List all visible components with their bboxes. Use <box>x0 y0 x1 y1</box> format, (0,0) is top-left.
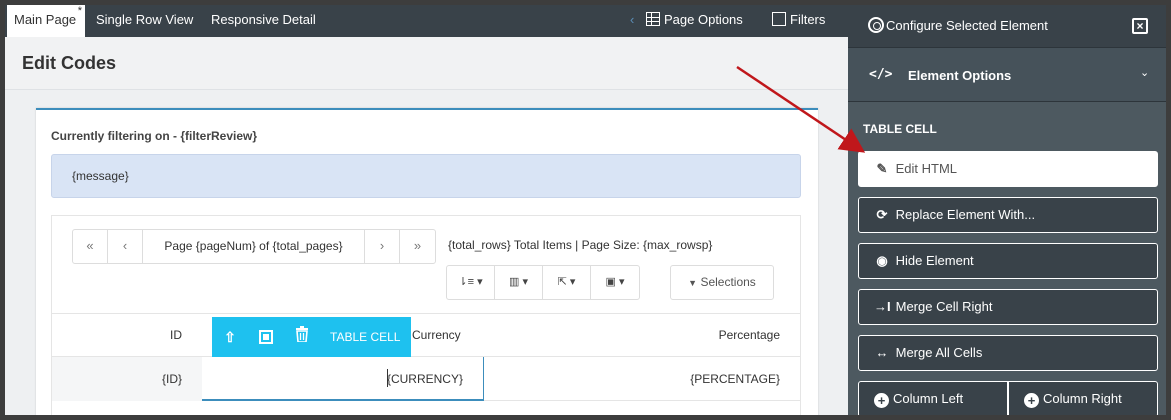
app-frame: Main Page * Single Row View Responsive D… <box>5 5 1166 415</box>
last-page-button[interactable]: » <box>400 230 435 263</box>
save-button[interactable]: ▣ ▾ <box>591 266 639 299</box>
sort-icon: ⇂≡ <box>458 276 475 288</box>
save-icon: ▣ <box>605 276 616 288</box>
eye-slash-icon: ◉ <box>876 253 888 268</box>
next-page-button[interactable]: › <box>365 230 400 263</box>
grid-icon <box>646 12 660 26</box>
export-button[interactable]: ⇱ ▾ <box>543 266 591 299</box>
edit-icon: ✎ <box>876 161 888 176</box>
cell-currency-value: {CURRENCY} <box>386 372 463 386</box>
element-toolbar-label: TABLE CELL <box>330 330 401 344</box>
section-title: Element Options <box>908 68 1012 83</box>
editor-area: Edit Codes Currently filtering on - {fil… <box>5 37 848 415</box>
export-icon: ⇱ <box>557 276 567 288</box>
edit-html-label: Edit HTML <box>895 161 958 176</box>
filters-label: Filters <box>790 12 826 27</box>
selections-label: Selections <box>700 275 756 289</box>
tab-main-page-label: Main Page <box>14 12 77 27</box>
page-info: Page {pageNum} of {total_pages} <box>143 230 365 263</box>
columns-icon: ▥ <box>509 276 520 288</box>
plus-circle-icon: + <box>1024 393 1039 408</box>
caret-down-icon: ▾ <box>569 276 576 288</box>
prev-page-button[interactable]: ‹ <box>108 230 143 263</box>
merge-all-cells-button[interactable]: ↔ Merge All Cells <box>858 335 1158 371</box>
grid-container: « ‹ Page {pageNum} of {total_pages} › » … <box>51 215 801 415</box>
header-percentage[interactable]: Percentage <box>719 328 780 342</box>
cell-id-value: {ID} <box>161 372 182 386</box>
hide-element-button[interactable]: ◉ Hide Element <box>858 243 1158 279</box>
caret-down-icon: ▾ <box>477 276 483 288</box>
caret-down-icon: ▾ <box>522 276 528 288</box>
tab-main-page[interactable]: Main Page * <box>7 5 85 38</box>
chevron-down-icon[interactable]: ⌄ <box>1140 66 1149 79</box>
merge-cell-right-button[interactable]: →I Merge Cell Right <box>858 289 1158 325</box>
filter-funnel-icon: ▼ <box>688 278 698 288</box>
plus-circle-icon: + <box>874 393 889 408</box>
arrows-horizontal-icon: ↔ <box>875 345 889 360</box>
tab-single-row-view[interactable]: Single Row View <box>96 5 193 37</box>
total-items-info: {total_rows} Total Items | Page Size: {m… <box>448 238 713 252</box>
group-label: TABLE CELL <box>863 122 937 136</box>
tab-responsive-detail[interactable]: Responsive Detail <box>211 5 316 37</box>
filter-label: Currently filtering on - {filterReview} <box>51 129 258 143</box>
page-header: Edit Codes <box>5 37 848 90</box>
header-id[interactable]: ID <box>170 328 182 342</box>
replace-element-button[interactable]: ⟳ Replace Element With... <box>858 197 1158 233</box>
sidebar-title: Configure Selected Element <box>886 18 1048 33</box>
config-sidebar: Configure Selected Element × </> Element… <box>848 5 1166 415</box>
code-icon: </> <box>869 67 893 82</box>
replace-element-label: Replace Element With... <box>895 207 1036 222</box>
merge-all-cells-label: Merge All Cells <box>895 345 983 360</box>
select-parent-icon[interactable] <box>248 317 284 357</box>
close-icon[interactable]: × <box>1132 18 1148 34</box>
header-currency[interactable]: Currency <box>412 328 461 342</box>
hide-element-label: Hide Element <box>895 253 974 268</box>
chevron-left-icon[interactable]: ‹ <box>630 5 634 34</box>
merge-cell-right-label: Merge Cell Right <box>895 299 993 314</box>
caret-down-icon: ▾ <box>618 276 625 288</box>
selections-button[interactable]: ▼ Selections <box>670 265 774 300</box>
edit-html-button[interactable]: ✎ Edit HTML <box>858 151 1158 187</box>
element-options-section[interactable]: </> Element Options ⌄ <box>848 47 1166 102</box>
unsaved-marker: * <box>77 5 82 17</box>
sidebar-header: Configure Selected Element × <box>848 5 1166 47</box>
column-right-button[interactable]: + Column Right <box>1008 381 1158 415</box>
message-text: {message} <box>72 169 129 183</box>
sidebar-body: TABLE CELL ✎ Edit HTML ⟳ Replace Element… <box>848 102 1166 415</box>
table-header: ID Currency Percentage <box>52 313 800 357</box>
columns-button[interactable]: ▥ ▾ <box>495 266 543 299</box>
grid-toolbar: ⇂≡ ▾ ▥ ▾ ⇱ ▾ ▣ ▾ <box>446 265 640 300</box>
filters-toggle[interactable]: Filters <box>772 5 825 37</box>
refresh-icon: ⟳ <box>876 207 888 222</box>
content-panel: Currently filtering on - {filterReview} … <box>36 108 818 415</box>
arrow-up-icon[interactable]: ⇧ <box>212 317 248 357</box>
design-canvas: Currently filtering on - {filterReview} … <box>5 91 848 415</box>
tab-bar: Main Page * Single Row View Responsive D… <box>5 5 848 38</box>
column-left-button[interactable]: + Column Left <box>858 381 1008 415</box>
page-options-label: Page Options <box>664 12 743 27</box>
pager: « ‹ Page {pageNum} of {total_pages} › » <box>72 229 436 264</box>
page-title: Edit Codes <box>22 53 117 73</box>
first-page-button[interactable]: « <box>73 230 108 263</box>
trash-icon[interactable] <box>284 317 320 357</box>
cell-currency-selected[interactable]: {CURRENCY} <box>202 357 484 401</box>
page-options-button[interactable]: Page Options <box>646 5 743 37</box>
sort-button[interactable]: ⇂≡ ▾ <box>447 266 495 299</box>
merge-right-icon: →I <box>874 299 891 314</box>
column-right-label: Column Right <box>1043 391 1122 406</box>
cell-id[interactable]: {ID} <box>52 357 202 401</box>
column-left-label: Column Left <box>893 391 964 406</box>
cell-percentage-value[interactable]: {PERCENTAGE} <box>690 372 780 386</box>
table-row: {ID} {CURRENCY} {PERCENTAGE} <box>52 357 800 401</box>
gear-icon <box>868 17 884 33</box>
message-box[interactable]: {message} <box>51 154 801 198</box>
element-toolbar: ⇧ TABLE CELL <box>212 317 411 357</box>
checkbox-icon[interactable] <box>772 12 786 26</box>
